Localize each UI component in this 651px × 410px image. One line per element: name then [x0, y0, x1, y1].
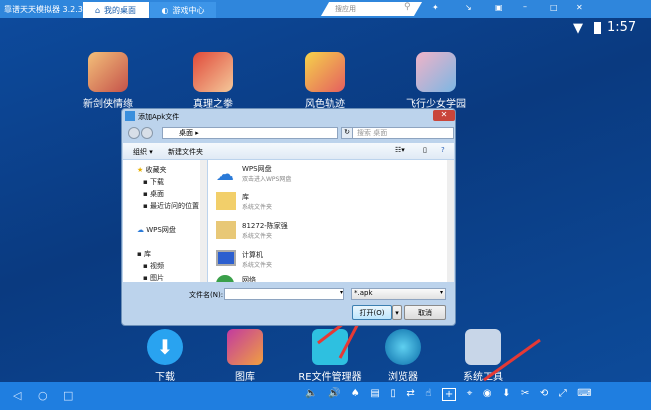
- keyboard-icon[interactable]: ⌨: [577, 388, 591, 401]
- view-icon[interactable]: ☷▾: [395, 146, 405, 154]
- nav-pane: ★ 收藏夹 ▪ 下载 ▪ 桌面 ▪ 最近访问的位置 ☁ WPS网盘 ▪ 库 ▪ …: [123, 160, 207, 282]
- virtual-location-icon[interactable]: ♠: [351, 388, 360, 401]
- sync-icon[interactable]: ⇄: [406, 388, 414, 401]
- maximize-icon[interactable]: □: [550, 3, 558, 12]
- file-list-scrollbar[interactable]: [447, 160, 454, 282]
- screenshot-icon[interactable]: ✂: [521, 388, 529, 401]
- computer-icon: [216, 250, 236, 266]
- pin-icon[interactable]: ✦: [432, 3, 439, 12]
- preview-pane-icon[interactable]: ▯: [423, 146, 427, 154]
- dialog-search-input[interactable]: 搜索 桌面: [352, 127, 454, 139]
- dialog-toolbar: 组织 ▾ 新建文件夹 ☷▾ ▯ ?: [123, 143, 454, 159]
- home-icon: ⌂: [94, 5, 101, 15]
- open-button[interactable]: 打开(O): [352, 305, 392, 320]
- title-bar: 靠谱天天模拟器 3.2.3 ⌂ 我的桌面 ◐ 游戏中心 搜应用 ⚲ ✦ ↘ ▣ – …: [0, 0, 651, 18]
- network-icon: [216, 275, 234, 282]
- fullscreen-icon[interactable]: ⤢: [559, 388, 567, 401]
- shrink-icon[interactable]: ↘: [465, 3, 472, 12]
- folder-icon: [216, 192, 236, 210]
- tool-icons: 🔈 🔊 ♠ ▤ ▯ ⇄ ☝ + ⌖ ◉ ⬇ ✂ ⟲ ⤢ ⌨: [305, 388, 592, 401]
- address-bar[interactable]: 桌面 ▸: [162, 127, 338, 139]
- dialog-title: 添加Apk文件: [138, 113, 180, 121]
- filename-input[interactable]: ▾: [224, 288, 344, 300]
- nav-item[interactable]: ▪ 桌面: [143, 189, 164, 199]
- filename-label: 文件名(N):: [189, 291, 224, 299]
- nav-item[interactable]: ▪ 下载: [143, 177, 164, 187]
- open-dropdown-button[interactable]: ▾: [392, 305, 402, 320]
- nav-library[interactable]: ▪ 库: [137, 249, 151, 259]
- file-list: ☁ WPS网盘 双击进入WPS网盘 库系统文件夹 81272-陈家强 系统文件夹 计算…: [208, 160, 454, 282]
- file-item[interactable]: ☁ WPS网盘 双击进入WPS网盘: [216, 164, 291, 185]
- file-open-dialog: 添加Apk文件 ✕ 桌面 ▸ ↻ 搜索 桌面 组织 ▾ 新建文件夹 ☷▾ ▯ ?…: [121, 108, 456, 326]
- dialog-app-icon: [125, 111, 135, 121]
- file-item[interactable]: 库系统文件夹: [216, 192, 272, 211]
- rotate-icon[interactable]: ⟲: [540, 388, 548, 401]
- home-nav-icon[interactable]: ○: [38, 389, 48, 402]
- nav-item[interactable]: ▪ 图片: [143, 273, 164, 282]
- help-icon[interactable]: ?: [441, 146, 445, 154]
- toolbox-icon[interactable]: ▤: [370, 388, 379, 401]
- back-nav-icon[interactable]: ◁: [13, 389, 21, 402]
- shake-icon[interactable]: ▯: [390, 388, 396, 401]
- back-button[interactable]: [128, 127, 140, 139]
- tab-desktop[interactable]: ⌂ 我的桌面: [83, 2, 148, 18]
- organize-button[interactable]: 组织 ▾: [133, 147, 153, 157]
- file-item[interactable]: 81272-陈家强 系统文件夹: [216, 221, 288, 240]
- cancel-button[interactable]: 取消: [404, 305, 446, 320]
- forward-button[interactable]: [141, 127, 153, 139]
- nav-scrollbar[interactable]: [200, 160, 207, 282]
- search-input[interactable]: 搜应用: [335, 4, 356, 14]
- file-item[interactable]: 计算机 系统文件夹: [216, 250, 272, 269]
- nav-item[interactable]: ▪ 视频: [143, 261, 164, 271]
- location-icon[interactable]: ⌖: [467, 388, 473, 401]
- nav-wps[interactable]: ☁ WPS网盘: [137, 225, 176, 235]
- cloud-icon: ☁: [137, 226, 144, 234]
- bottom-toolbar: ◁ ○ □ 🔈 🔊 ♠ ▤ ▯ ⇄ ☝ + ⌖ ◉ ⬇ ✂ ⟲ ⤢ ⌨: [0, 382, 651, 410]
- app-title: 靠谱天天模拟器 3.2.3: [4, 5, 83, 14]
- star-icon: ★: [137, 166, 144, 174]
- cloud-icon: ☁: [216, 164, 234, 185]
- tab-game-center[interactable]: ◐ 游戏中心: [150, 2, 216, 18]
- volume-down-icon[interactable]: 🔈: [305, 388, 317, 401]
- recents-nav-icon[interactable]: □: [63, 389, 73, 402]
- game-icon: ◐: [161, 5, 169, 15]
- settings-icon[interactable]: ▣: [495, 3, 503, 12]
- add-apk-icon[interactable]: +: [441, 388, 457, 401]
- new-folder-button[interactable]: 新建文件夹: [168, 147, 203, 157]
- camera-icon[interactable]: ◉: [483, 388, 492, 401]
- user-folder-icon: [216, 221, 236, 239]
- nav-favorites[interactable]: ★ 收藏夹: [137, 165, 167, 175]
- search-icon[interactable]: ⚲: [404, 2, 411, 12]
- file-item[interactable]: 网络: [216, 275, 256, 282]
- dialog-close-button[interactable]: ✕: [433, 110, 455, 121]
- file-type-select[interactable]: *.apk ▾: [351, 288, 446, 300]
- install-icon[interactable]: ⬇: [502, 388, 510, 401]
- nav-item[interactable]: ▪ 最近访问的位置: [143, 201, 199, 211]
- minimize-icon[interactable]: –: [523, 2, 527, 11]
- touch-icon[interactable]: ☝: [425, 388, 431, 401]
- close-icon[interactable]: ✕: [576, 3, 583, 12]
- volume-up-icon[interactable]: 🔊: [328, 388, 340, 401]
